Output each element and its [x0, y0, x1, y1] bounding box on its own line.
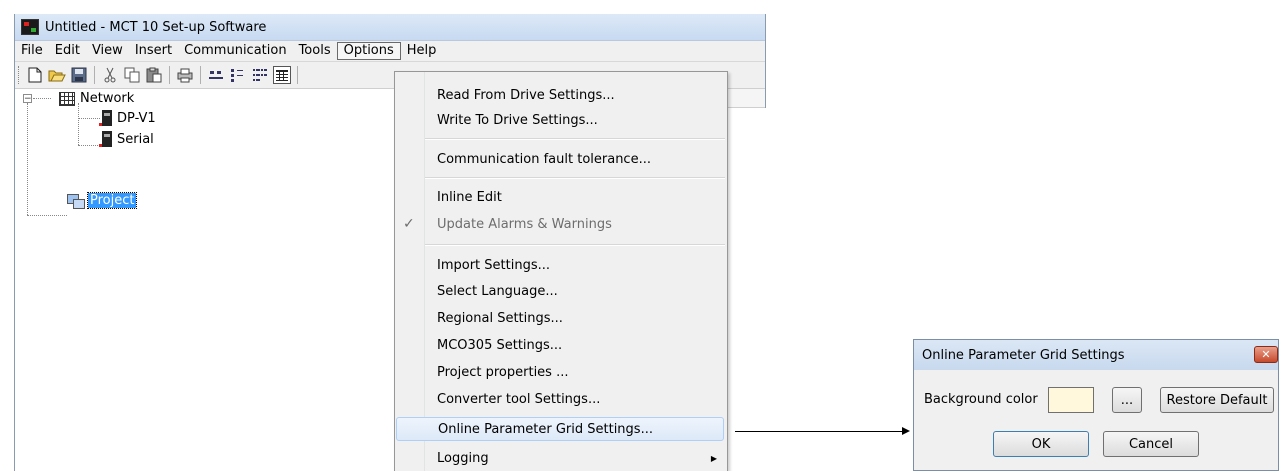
- menu-item-update-alarms[interactable]: ✓ Update Alarms & Warnings: [395, 213, 727, 235]
- menu-item-label: Import Settings...: [437, 257, 550, 273]
- background-color-swatch[interactable]: [1048, 387, 1094, 413]
- list-icon[interactable]: [251, 66, 269, 84]
- menu-separator: [425, 244, 725, 246]
- menu-communication[interactable]: Communication: [178, 42, 292, 60]
- tree-line: [78, 103, 79, 145]
- close-icon[interactable]: ✕: [1254, 346, 1278, 363]
- tree-label-network: Network: [80, 91, 135, 106]
- tree-line: [27, 215, 67, 216]
- tree-label-serial: Serial: [117, 131, 154, 147]
- title-bar: Untitled - MCT 10 Set-up Software: [15, 14, 765, 41]
- menu-item-mco305-settings[interactable]: MCO305 Settings...: [395, 334, 727, 356]
- tree-node-dpv1[interactable]: DP-V1: [99, 110, 156, 126]
- drive-icon: [99, 110, 112, 126]
- dialog-title-bar: Online Parameter Grid Settings: [914, 340, 1278, 370]
- menu-item-label: Online Parameter Grid Settings...: [438, 421, 653, 437]
- menu-file[interactable]: File: [15, 42, 49, 60]
- check-icon: ✓: [403, 216, 415, 232]
- dialog-title: Online Parameter Grid Settings: [922, 347, 1125, 363]
- tree-label-project: Project: [86, 192, 138, 209]
- paste-icon[interactable]: [145, 66, 163, 84]
- menu-separator: [425, 138, 725, 140]
- new-icon[interactable]: [26, 66, 44, 84]
- menu-item-select-language[interactable]: Select Language...: [395, 280, 727, 302]
- menu-item-converter-tool-settings[interactable]: Converter tool Settings...: [395, 388, 727, 410]
- toolbar-separator: [200, 66, 201, 84]
- ok-button[interactable]: OK: [993, 431, 1089, 457]
- menu-item-label: Read From Drive Settings...: [437, 87, 615, 103]
- tree-line: [78, 145, 100, 146]
- menu-item-label: Update Alarms & Warnings: [437, 216, 612, 232]
- menu-options[interactable]: Options: [336, 42, 401, 60]
- small-icons-icon[interactable]: [229, 66, 247, 84]
- network-icon: [59, 91, 75, 106]
- cut-icon[interactable]: [101, 66, 119, 84]
- menu-item-inline-edit[interactable]: Inline Edit: [395, 186, 727, 208]
- toolbar-grip[interactable]: [18, 66, 22, 84]
- menu-separator: [425, 177, 725, 179]
- tree-line: [27, 103, 28, 215]
- save-icon[interactable]: [70, 66, 88, 84]
- cancel-button[interactable]: Cancel: [1103, 431, 1199, 457]
- tree-label-dpv1: DP-V1: [117, 110, 156, 126]
- print-icon[interactable]: [176, 66, 194, 84]
- restore-default-button[interactable]: Restore Default: [1160, 387, 1274, 413]
- menu-item-regional-settings[interactable]: Regional Settings...: [395, 307, 727, 329]
- submenu-arrow-icon: ▶: [710, 453, 717, 463]
- tree-node-network[interactable]: − Network: [23, 91, 134, 106]
- tree-line: [78, 118, 100, 119]
- project-icon: [67, 193, 85, 209]
- toolbar-separator: [297, 66, 298, 84]
- toolbar-separator: [94, 66, 95, 84]
- browse-color-button[interactable]: ...: [1112, 387, 1142, 413]
- tree-node-serial[interactable]: Serial: [99, 131, 154, 147]
- menu-item-read-drive-settings[interactable]: Read From Drive Settings...: [395, 84, 727, 106]
- menu-edit[interactable]: Edit: [49, 42, 86, 60]
- menu-insert[interactable]: Insert: [129, 42, 178, 60]
- menu-view[interactable]: View: [86, 42, 129, 60]
- menu-item-write-drive-settings[interactable]: Write To Drive Settings...: [395, 109, 727, 131]
- menu-item-label: Logging: [437, 450, 489, 466]
- menu-bar: File Edit View Insert Communication Tool…: [15, 41, 765, 62]
- open-icon[interactable]: [48, 66, 66, 84]
- options-menu: Read From Drive Settings... Write To Dri…: [394, 71, 728, 471]
- menu-item-label: MCO305 Settings...: [437, 337, 563, 353]
- menu-item-label: Regional Settings...: [437, 310, 563, 326]
- menu-item-label: Write To Drive Settings...: [437, 112, 598, 128]
- menu-help[interactable]: Help: [401, 42, 443, 60]
- menu-item-label: Converter tool Settings...: [437, 391, 601, 407]
- app-icon: [21, 19, 39, 35]
- menu-item-comm-fault-tolerance[interactable]: Communication fault tolerance...: [395, 148, 727, 170]
- menu-item-label: Inline Edit: [437, 189, 502, 205]
- background-color-label: Background color: [924, 392, 1038, 407]
- collapse-icon[interactable]: −: [23, 94, 32, 104]
- drive-icon: [99, 131, 112, 147]
- large-icons-icon[interactable]: [207, 66, 225, 84]
- menu-item-label: Communication fault tolerance...: [437, 151, 651, 167]
- callout-line: [735, 431, 903, 432]
- menu-item-label: Select Language...: [437, 283, 558, 299]
- menu-item-label: Project properties ...: [437, 364, 569, 380]
- callout-arrow-icon: [902, 427, 910, 435]
- menu-tools[interactable]: Tools: [293, 42, 337, 60]
- copy-icon[interactable]: [123, 66, 141, 84]
- project-tree: − Network DP-V1 Serial Project: [15, 89, 395, 471]
- menu-item-logging[interactable]: Logging ▶: [395, 447, 727, 469]
- window-title: Untitled - MCT 10 Set-up Software: [45, 19, 267, 35]
- toolbar-separator: [169, 66, 170, 84]
- online-parameter-grid-dialog: Online Parameter Grid Settings ✕ Backgro…: [913, 339, 1279, 471]
- menu-item-project-properties[interactable]: Project properties ...: [395, 361, 727, 383]
- menu-item-online-parameter-grid-settings[interactable]: Online Parameter Grid Settings...: [396, 417, 724, 441]
- menu-item-import-settings[interactable]: Import Settings...: [395, 254, 727, 276]
- tree-node-project[interactable]: Project: [67, 192, 138, 209]
- details-icon[interactable]: [273, 66, 291, 84]
